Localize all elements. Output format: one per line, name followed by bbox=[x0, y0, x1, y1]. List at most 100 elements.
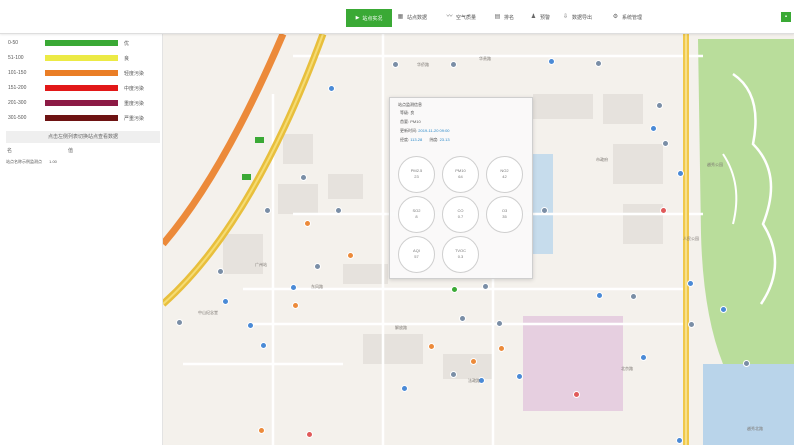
map-poi[interactable] bbox=[662, 140, 669, 147]
popup-line-value: PM10 bbox=[410, 119, 421, 124]
pollutant-value: 0.7 bbox=[457, 214, 464, 219]
tab-site-live-label: 站点实况 bbox=[362, 15, 383, 22]
pollutant-circle[interactable]: PM2.5 23 bbox=[398, 156, 435, 193]
map-poi[interactable] bbox=[290, 284, 297, 291]
map-poi[interactable] bbox=[459, 315, 466, 322]
map-poi[interactable] bbox=[630, 293, 637, 300]
map-poi[interactable] bbox=[314, 263, 321, 270]
chart-icon: 〰 bbox=[446, 13, 453, 20]
tab-ranking[interactable]: ▤ 排名 bbox=[494, 10, 514, 24]
map-poi[interactable] bbox=[743, 360, 750, 367]
pollutant-circle[interactable]: PM10 64 bbox=[442, 156, 479, 193]
map-poi[interactable] bbox=[217, 268, 224, 275]
map-poi[interactable] bbox=[595, 60, 602, 67]
map-poi[interactable] bbox=[450, 371, 457, 378]
map-poi[interactable] bbox=[328, 85, 335, 92]
legend-range: 151-200 bbox=[8, 85, 27, 91]
map-poi[interactable] bbox=[306, 431, 313, 438]
map-label: 越秀公园 bbox=[707, 162, 723, 167]
map-poi[interactable] bbox=[258, 427, 265, 434]
column-name-header: 名 bbox=[7, 148, 13, 154]
map-label: 广州站 bbox=[255, 262, 267, 267]
map-poi[interactable] bbox=[450, 61, 457, 68]
map-poi[interactable] bbox=[660, 207, 667, 214]
bell-icon: ♟ bbox=[530, 13, 537, 20]
map-label: 东风路 bbox=[311, 284, 323, 289]
map-poi[interactable] bbox=[247, 322, 254, 329]
tab-site-live[interactable]: ▶ 站点实况 bbox=[346, 9, 392, 27]
list-item-value: 1.00 bbox=[49, 159, 57, 164]
map-poi[interactable] bbox=[347, 252, 354, 259]
popup-line-label: 等级: bbox=[400, 110, 410, 115]
map-poi[interactable] bbox=[656, 102, 663, 109]
map-poi[interactable] bbox=[176, 319, 183, 326]
map-label: 法政路 bbox=[468, 378, 480, 383]
grid-icon[interactable]: ▪ bbox=[781, 12, 791, 22]
map-poi[interactable] bbox=[292, 302, 299, 309]
map-poi[interactable] bbox=[516, 373, 523, 380]
popup-line: 首要: PM10 bbox=[400, 119, 421, 125]
map-poi[interactable] bbox=[300, 174, 307, 181]
list-item[interactable]: 站点名称示例监测点 1.00 bbox=[6, 159, 57, 165]
map-poi[interactable] bbox=[335, 207, 342, 214]
map-label: 华侨路 bbox=[417, 62, 429, 67]
map-poi[interactable] bbox=[573, 391, 580, 398]
popup-line-label: 纬度: bbox=[429, 137, 439, 142]
map-poi[interactable] bbox=[428, 343, 435, 350]
map-poi[interactable] bbox=[222, 298, 229, 305]
map-poi[interactable] bbox=[720, 306, 727, 313]
map-label: 人民公园 bbox=[683, 236, 699, 241]
map-poi[interactable] bbox=[304, 220, 311, 227]
legend-color-bar bbox=[45, 85, 118, 91]
map-poi[interactable] bbox=[677, 170, 684, 177]
map-poi[interactable] bbox=[676, 437, 683, 444]
map-poi[interactable] bbox=[548, 58, 555, 65]
pollutant-circle[interactable]: SO2 8 bbox=[398, 196, 435, 233]
legend-row: 201-300 重度污染 bbox=[8, 99, 158, 108]
tab-data-export[interactable]: ⇩ 数据导出 bbox=[562, 10, 592, 24]
map-label: 北京路 bbox=[621, 366, 633, 371]
pollutant-circle[interactable]: NO2 42 bbox=[486, 156, 523, 193]
map-poi[interactable] bbox=[401, 385, 408, 392]
popup-line-label: 首要: bbox=[400, 119, 410, 124]
pollutant-circle[interactable]: AQI 57 bbox=[398, 236, 435, 273]
pollutant-value: 35 bbox=[502, 214, 507, 219]
popup-line-label: 经度: bbox=[400, 137, 410, 142]
pollutant-value: 64 bbox=[458, 174, 463, 179]
table-icon: ▦ bbox=[397, 13, 404, 20]
legend-row: 0-50 优 bbox=[8, 39, 158, 48]
pollutant-circle[interactable]: O3 35 bbox=[486, 196, 523, 233]
map-poi[interactable] bbox=[498, 345, 505, 352]
popup-line-value: 良 bbox=[410, 110, 415, 115]
map-poi-selected[interactable] bbox=[451, 286, 458, 293]
ranking-icon: ▤ bbox=[494, 13, 501, 20]
legend-level: 轻度污染 bbox=[124, 71, 145, 77]
tab-data-export-label: 数据导出 bbox=[572, 14, 593, 21]
tab-warning[interactable]: ♟ 预警 bbox=[530, 10, 550, 24]
map-poi[interactable] bbox=[260, 342, 267, 349]
map-poi[interactable] bbox=[687, 280, 694, 287]
legend-row: 151-200 中度污染 bbox=[8, 84, 158, 93]
export-icon: ⇩ bbox=[562, 13, 569, 20]
map-poi[interactable] bbox=[496, 320, 503, 327]
play-icon: ▶ bbox=[355, 15, 360, 21]
map-poi[interactable] bbox=[650, 125, 657, 132]
map-poi[interactable] bbox=[640, 354, 647, 361]
tab-site-data[interactable]: ▦ 站点数据 bbox=[397, 10, 427, 24]
pollutant-circle[interactable]: CO 0.7 bbox=[442, 196, 479, 233]
pollutant-value: 0.3 bbox=[457, 254, 464, 259]
map-poi[interactable] bbox=[596, 292, 603, 299]
popup-line: 等级: 良 bbox=[400, 110, 414, 116]
legend-level: 中度污染 bbox=[124, 86, 145, 92]
map-poi[interactable] bbox=[470, 358, 477, 365]
legend-range: 51-100 bbox=[8, 55, 24, 61]
tab-system[interactable]: ⚙ 系统管理 bbox=[612, 10, 642, 24]
map-poi[interactable] bbox=[392, 61, 399, 68]
map-poi[interactable] bbox=[541, 207, 548, 214]
legend-color-bar bbox=[45, 40, 118, 46]
map-poi[interactable] bbox=[688, 321, 695, 328]
tab-air-quality[interactable]: 〰 空气质量 bbox=[446, 10, 476, 24]
pollutant-circle[interactable]: TVOC 0.3 bbox=[442, 236, 479, 273]
map-poi[interactable] bbox=[482, 283, 489, 290]
map-poi[interactable] bbox=[264, 207, 271, 214]
